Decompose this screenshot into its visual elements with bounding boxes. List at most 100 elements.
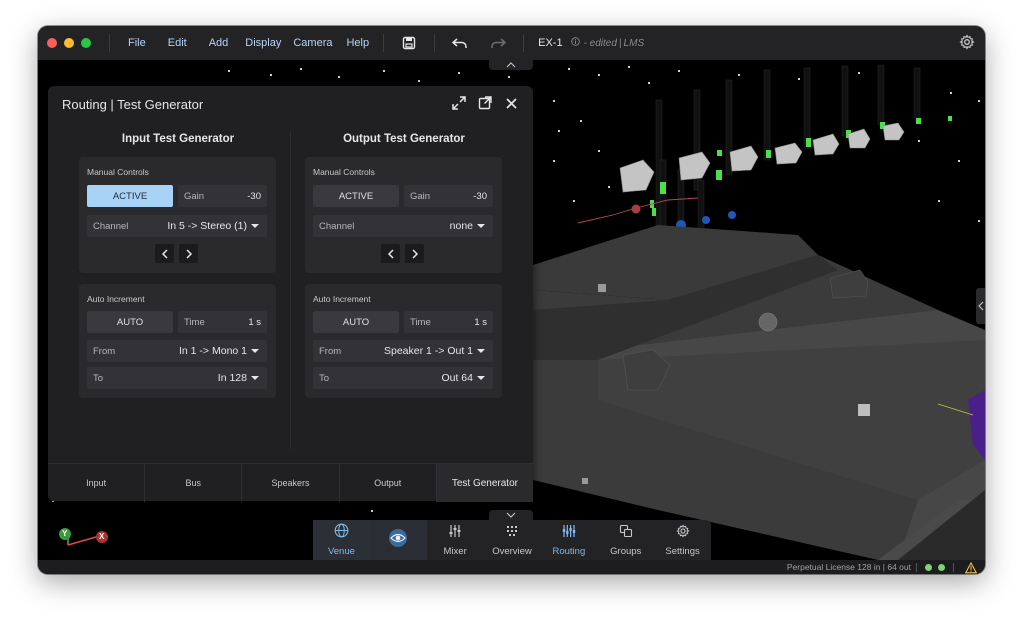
- input-time-value: 1 s: [248, 316, 261, 328]
- output-channel-value: none: [449, 220, 473, 232]
- window-controls: [47, 38, 91, 48]
- output-from-value: Speaker 1 -> Out 1: [383, 345, 473, 357]
- app-window: File Edit Add Display Camera Help EX-1 -…: [38, 26, 985, 574]
- separator: [383, 34, 385, 52]
- dock-settings[interactable]: Settings: [654, 520, 711, 560]
- dock-overview[interactable]: Overview: [484, 520, 541, 560]
- side-panel-handle[interactable]: [976, 288, 985, 324]
- tab-bus[interactable]: Bus: [145, 464, 243, 502]
- menu-display[interactable]: Display: [239, 37, 287, 49]
- separator: [434, 34, 436, 52]
- output-gain-field[interactable]: Gain -30: [404, 185, 493, 207]
- menu-bar: File Edit Add Display Camera Help: [116, 37, 377, 49]
- input-channel-value: In 5 -> Stereo (1): [167, 220, 247, 232]
- column-divider: [290, 131, 291, 449]
- eye-icon: [387, 528, 409, 553]
- input-active-button[interactable]: ACTIVE: [87, 185, 173, 207]
- menu-help[interactable]: Help: [338, 37, 377, 49]
- output-prev-channel-button[interactable]: [381, 244, 400, 263]
- save-icon[interactable]: [400, 34, 418, 52]
- info-icon[interactable]: [570, 37, 580, 49]
- routing-panel: Routing | Test Generator Input Test Gene…: [48, 86, 534, 502]
- minimize-window-button[interactable]: [64, 38, 74, 48]
- tab-input[interactable]: Input: [48, 464, 146, 502]
- input-channel-label: Channel: [93, 220, 129, 232]
- input-auto-label: Auto Increment: [87, 294, 145, 304]
- collapse-top-handle[interactable]: [489, 60, 533, 70]
- settings-gear-icon[interactable]: [959, 34, 977, 52]
- popout-icon[interactable]: [477, 95, 493, 111]
- bottom-dock: Venue Mixer Overview Routing Groups Sett…: [313, 520, 711, 560]
- chevron-down-icon: [477, 224, 485, 228]
- input-auto-card: Auto Increment AUTO Time 1 s From In 1 -…: [79, 284, 276, 398]
- separator: [916, 562, 917, 572]
- axis-x-label: X: [99, 532, 105, 541]
- document-mode: LMS: [623, 37, 645, 49]
- tab-speakers[interactable]: Speakers: [242, 464, 340, 502]
- dock-routing[interactable]: Routing: [540, 520, 597, 560]
- input-manual-card: Manual Controls ACTIVE Gain -30 Channel …: [79, 157, 276, 273]
- menu-edit[interactable]: Edit: [157, 37, 198, 49]
- output-next-channel-button[interactable]: [405, 244, 424, 263]
- tab-test-generator[interactable]: Test Generator: [436, 464, 534, 502]
- input-auto-button[interactable]: AUTO: [87, 311, 173, 333]
- menu-file[interactable]: File: [116, 37, 157, 49]
- close-icon[interactable]: [503, 95, 519, 111]
- input-to-label: To: [93, 372, 104, 384]
- undo-icon[interactable]: [451, 34, 469, 52]
- menu-add[interactable]: Add: [198, 37, 240, 49]
- chevron-down-icon: [251, 349, 259, 353]
- gear-icon: [675, 523, 690, 543]
- document-separator: |: [618, 37, 622, 49]
- close-window-button[interactable]: [47, 38, 57, 48]
- panel-actions: [451, 95, 519, 111]
- output-channel-select[interactable]: Channel none: [313, 215, 493, 237]
- chevron-down-icon: [251, 376, 259, 380]
- dock-label-routing: Routing: [552, 545, 586, 557]
- output-time-field[interactable]: Time 1 s: [404, 311, 493, 333]
- expand-icon[interactable]: [451, 95, 467, 111]
- input-channel-select[interactable]: Channel In 5 -> Stereo (1): [87, 215, 267, 237]
- input-prev-channel-button[interactable]: [155, 244, 174, 263]
- routing-icon: [562, 524, 576, 543]
- engine-status-dot: [938, 563, 945, 571]
- collapse-dock-handle[interactable]: [489, 510, 533, 520]
- input-time-field[interactable]: Time 1 s: [178, 311, 267, 333]
- warning-icon[interactable]: [964, 561, 978, 574]
- dock-label-mixer: Mixer: [443, 545, 467, 557]
- chevron-down-icon: [477, 349, 485, 353]
- red-sphere: [631, 204, 641, 214]
- input-from-select[interactable]: From In 1 -> Mono 1: [87, 340, 267, 362]
- output-auto-button[interactable]: AUTO: [313, 311, 399, 333]
- output-auto-label: Auto Increment: [313, 294, 371, 304]
- input-from-label: From: [93, 345, 116, 357]
- separator: [109, 34, 110, 52]
- globe-icon: [334, 523, 349, 543]
- input-to-select[interactable]: To In 128: [87, 367, 267, 389]
- output-to-value: Out 64: [441, 372, 473, 384]
- axis-y-label: Y: [62, 529, 68, 538]
- dock-label-venue: Venue: [327, 546, 355, 557]
- tab-output[interactable]: Output: [340, 464, 437, 502]
- menu-camera[interactable]: Camera: [287, 37, 338, 49]
- dock-groups[interactable]: Groups: [597, 520, 654, 560]
- input-gain-field[interactable]: Gain -30: [178, 185, 267, 207]
- output-generator-heading: Output Test Generator: [343, 133, 465, 145]
- input-manual-label: Manual Controls: [87, 167, 149, 177]
- output-time-label: Time: [410, 316, 431, 328]
- output-manual-card: Manual Controls ACTIVE Gain -30 Channel …: [305, 157, 502, 273]
- dock-label-settings: Settings: [665, 545, 700, 557]
- license-status: Perpetual License 128 in | 64 out: [786, 562, 911, 572]
- output-from-select[interactable]: From Speaker 1 -> Out 1: [313, 340, 493, 362]
- zoom-window-button[interactable]: [81, 38, 91, 48]
- output-to-select[interactable]: To Out 64: [313, 367, 493, 389]
- title-bar: File Edit Add Display Camera Help EX-1 -…: [38, 26, 985, 61]
- input-to-value: In 128: [217, 372, 247, 384]
- dock-venue[interactable]: Venue: [313, 520, 370, 560]
- dock-mixer[interactable]: Mixer: [427, 520, 484, 560]
- redo-icon[interactable]: [489, 34, 507, 52]
- dock-view-toggle[interactable]: [369, 520, 427, 560]
- output-active-button[interactable]: ACTIVE: [313, 185, 399, 207]
- output-gain-label: Gain: [410, 190, 431, 202]
- input-next-channel-button[interactable]: [179, 244, 198, 263]
